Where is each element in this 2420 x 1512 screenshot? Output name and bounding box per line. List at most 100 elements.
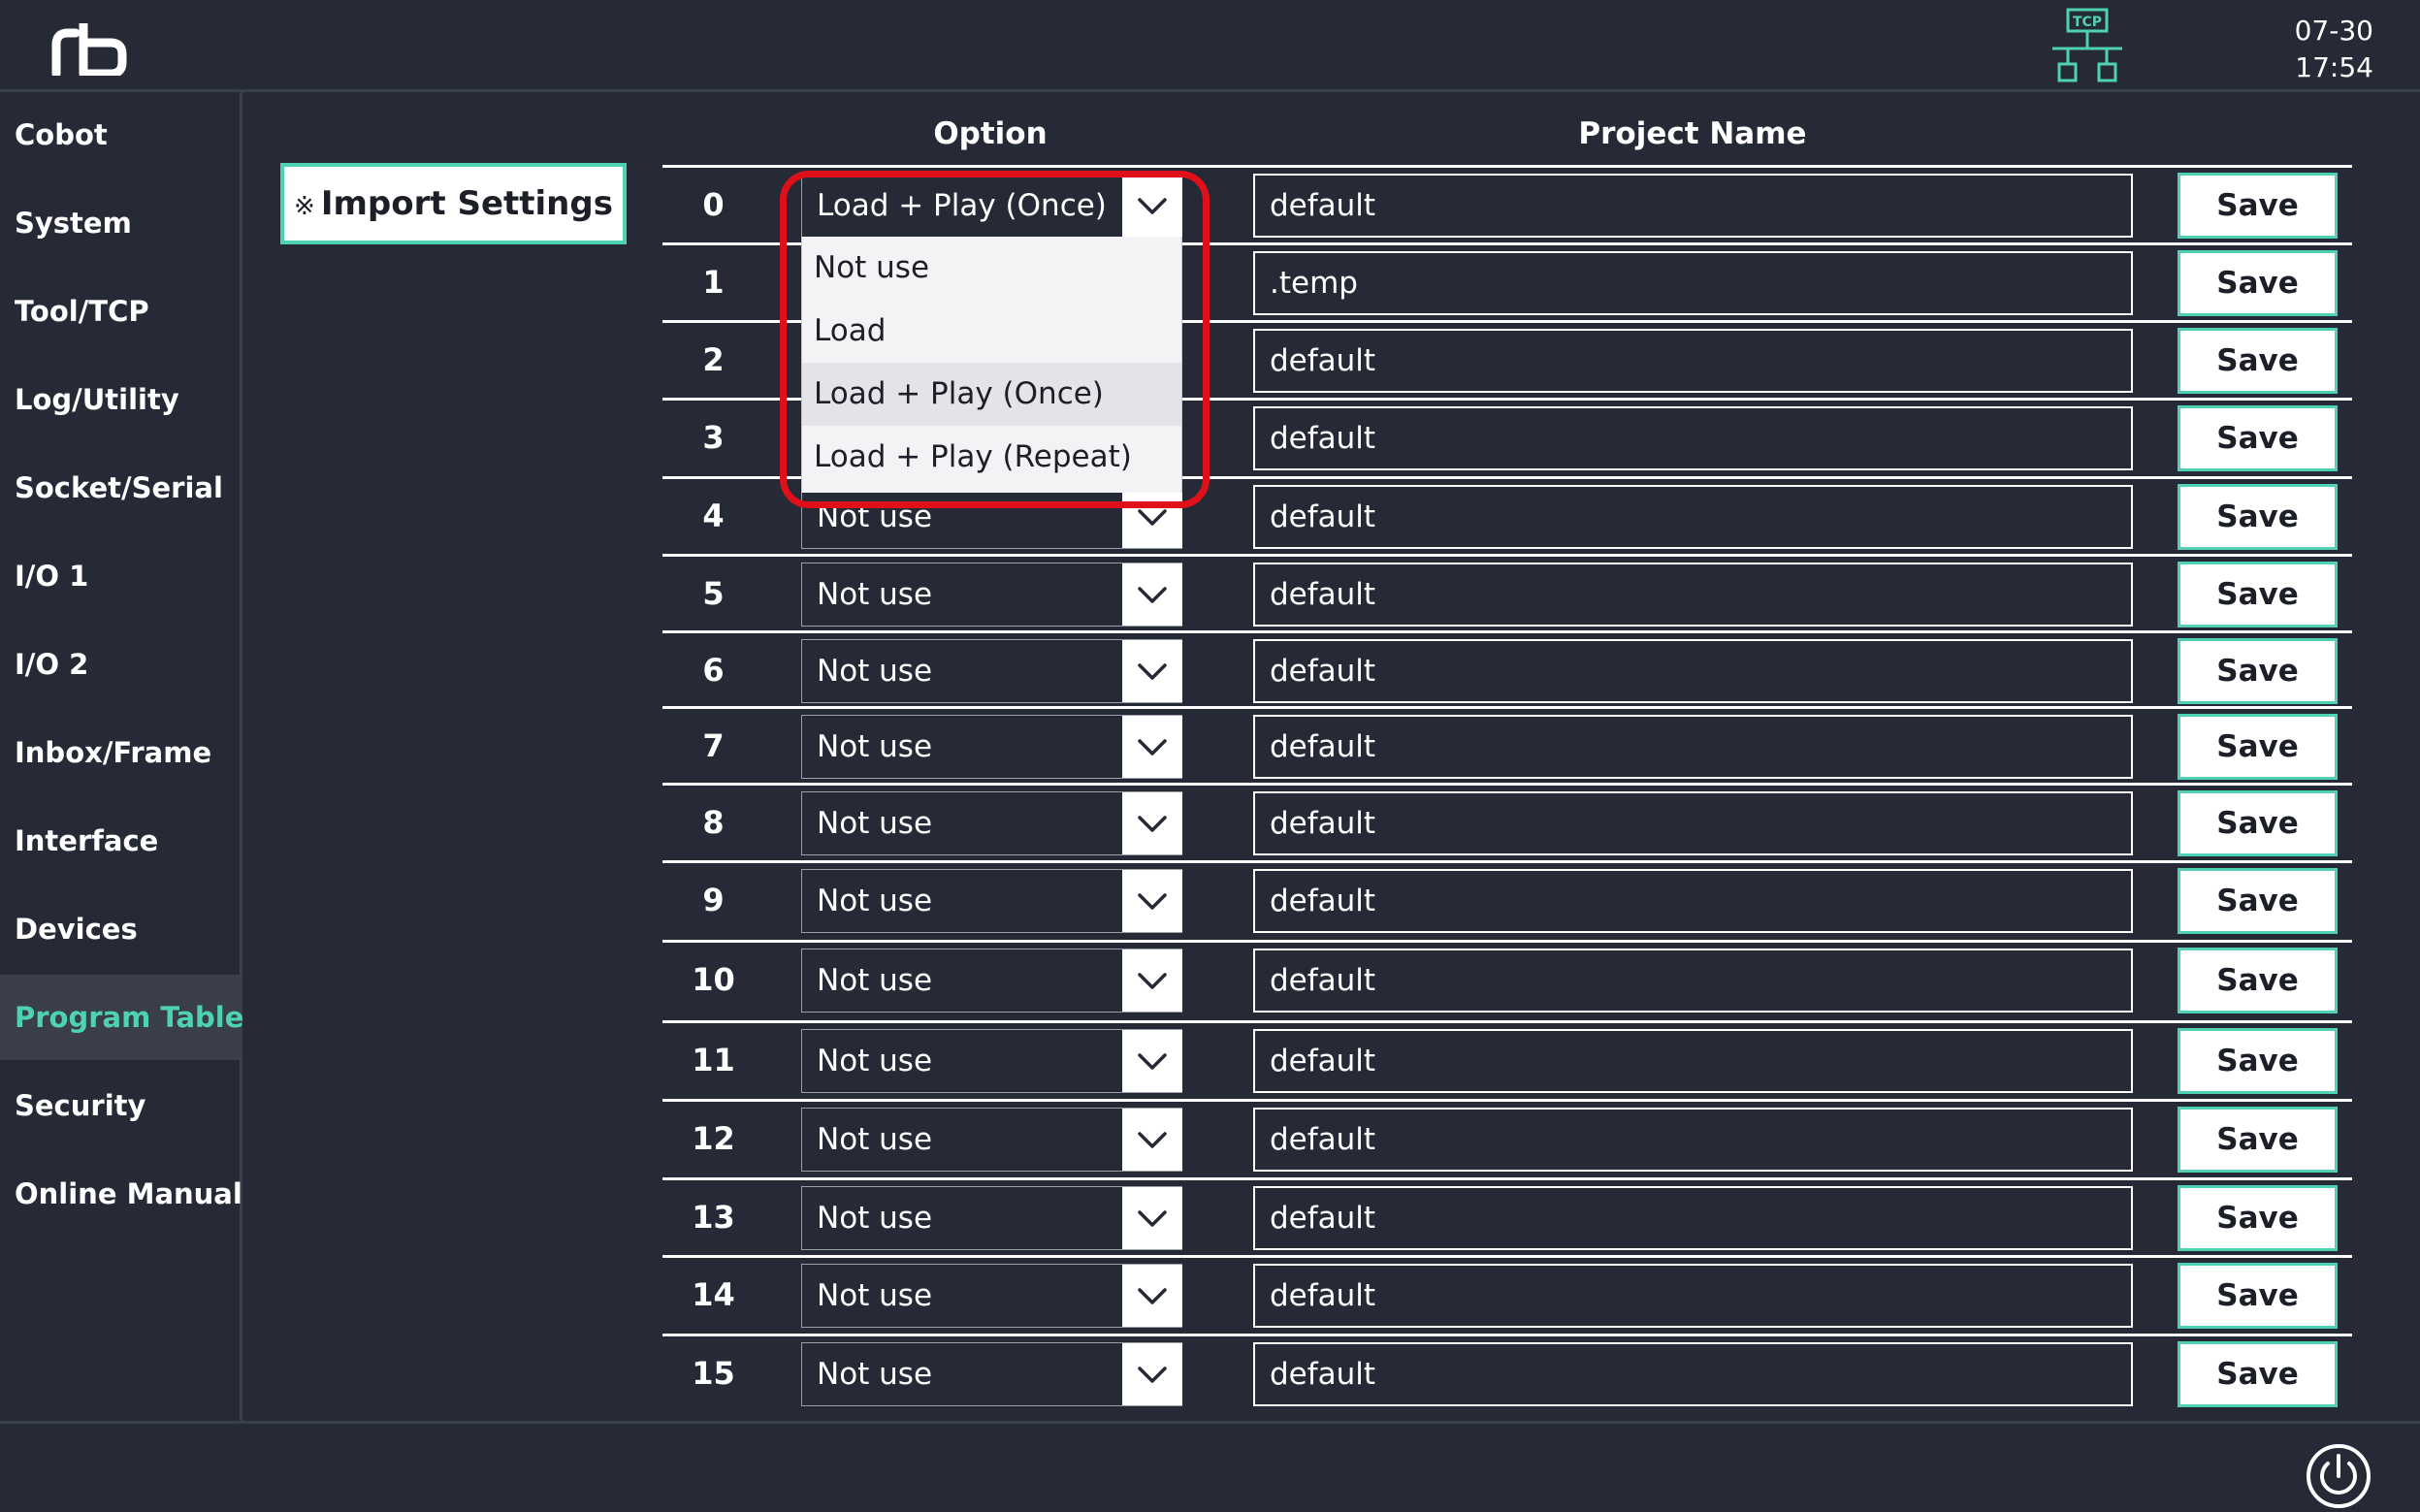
chevron-down-icon[interactable] — [1122, 1343, 1182, 1405]
option-select-value: Not use — [802, 563, 1122, 626]
sidebar-item-io2[interactable]: I/O 2 — [0, 622, 242, 707]
table-row: 11 Not use default Save — [662, 1020, 2352, 1098]
sidebar-item-log-utility[interactable]: Log/Utility — [0, 357, 242, 442]
save-button[interactable]: Save — [2178, 1263, 2338, 1329]
row-number: 2 — [702, 341, 725, 378]
row-number: 4 — [702, 498, 725, 534]
option-select[interactable]: Not use — [801, 1342, 1182, 1406]
sidebar-item-program-table[interactable]: Program Table — [0, 975, 243, 1060]
project-name-input[interactable]: default — [1253, 1264, 2133, 1328]
project-name-input[interactable]: default — [1253, 563, 2133, 627]
save-button[interactable]: Save — [2178, 250, 2338, 316]
option-select[interactable]: Not use — [801, 1264, 1182, 1328]
row-number: 1 — [702, 264, 725, 301]
project-name-input[interactable]: default — [1253, 639, 2133, 703]
project-name-input[interactable]: default — [1253, 406, 2133, 470]
option-select[interactable]: Not use — [801, 869, 1182, 933]
option-select[interactable]: Not use — [801, 715, 1182, 779]
sidebar-item-online-manual[interactable]: Online Manual — [0, 1151, 242, 1237]
chevron-down-icon[interactable] — [1122, 486, 1182, 548]
save-button[interactable]: Save — [2178, 868, 2338, 934]
chevron-down-icon[interactable] — [1122, 870, 1182, 932]
option-select[interactable]: Not use — [801, 949, 1182, 1013]
sidebar-item-security[interactable]: Security — [0, 1063, 242, 1148]
save-button[interactable]: Save — [2178, 1185, 2338, 1251]
project-name-input[interactable]: default — [1253, 174, 2133, 238]
row-number: 11 — [692, 1042, 735, 1078]
sidebar-item-devices[interactable]: Devices — [0, 886, 242, 972]
chevron-down-icon[interactable] — [1122, 1265, 1182, 1327]
table-row: 7 Not use default Save — [662, 706, 2352, 784]
dropdown-option-not-use[interactable]: Not use — [802, 237, 1181, 300]
option-select[interactable]: Not use — [801, 1186, 1182, 1250]
option-select[interactable]: Not use — [801, 1029, 1182, 1093]
sidebar-item-system[interactable]: System — [0, 180, 242, 266]
project-name-input[interactable]: default — [1253, 791, 2133, 855]
row-number: 12 — [692, 1120, 735, 1157]
project-name-input[interactable]: default — [1253, 869, 2133, 933]
sidebar-item-io1[interactable]: I/O 1 — [0, 533, 242, 619]
option-select[interactable]: Load + Play (Once) — [801, 174, 1182, 238]
sidebar: Cobot System Tool/TCP Log/Utility Socket… — [0, 92, 243, 1421]
option-select[interactable]: Not use — [801, 563, 1182, 627]
project-name-input[interactable]: default — [1253, 1342, 2133, 1406]
save-button[interactable]: Save — [2178, 714, 2338, 780]
import-settings-button[interactable]: ※ Import Settings — [280, 163, 627, 244]
chevron-down-icon[interactable] — [1122, 716, 1182, 778]
chevron-down-icon[interactable] — [1122, 175, 1182, 237]
project-name-input[interactable]: .temp — [1253, 251, 2133, 315]
chevron-down-icon[interactable] — [1122, 1109, 1182, 1171]
option-select[interactable]: Not use — [801, 639, 1182, 703]
option-select[interactable]: Not use — [801, 1108, 1182, 1172]
option-select-value: Not use — [802, 1265, 1122, 1327]
table-row: 13 Not use default Save — [662, 1177, 2352, 1255]
sidebar-item-inbox-frame[interactable]: Inbox/Frame — [0, 710, 242, 795]
chevron-down-icon[interactable] — [1122, 640, 1182, 702]
project-name-input[interactable]: default — [1253, 329, 2133, 393]
dropdown-option-load[interactable]: Load — [802, 300, 1181, 363]
save-button[interactable]: Save — [2178, 562, 2338, 627]
row-number: 9 — [702, 882, 725, 918]
dropdown-option-load-play-once[interactable]: Load + Play (Once) — [802, 363, 1181, 426]
save-button[interactable]: Save — [2178, 173, 2338, 239]
project-name-input[interactable]: default — [1253, 1108, 2133, 1172]
save-button[interactable]: Save — [2178, 638, 2338, 704]
save-button[interactable]: Save — [2178, 1028, 2338, 1094]
option-select-value: Not use — [802, 1030, 1122, 1092]
project-name-input[interactable]: default — [1253, 1186, 2133, 1250]
sidebar-item-socket-serial[interactable]: Socket/Serial — [0, 445, 242, 531]
chevron-down-icon[interactable] — [1122, 949, 1182, 1012]
save-button[interactable]: Save — [2178, 1341, 2338, 1407]
chevron-down-icon[interactable] — [1122, 1030, 1182, 1092]
chevron-down-icon[interactable] — [1122, 1187, 1182, 1249]
project-name-input[interactable]: default — [1253, 715, 2133, 779]
option-dropdown-list: Not use Load Load + Play (Once) Load + P… — [801, 237, 1182, 493]
save-button[interactable]: Save — [2178, 790, 2338, 856]
time-display: 17:54 — [2295, 51, 2373, 83]
save-button[interactable]: Save — [2178, 328, 2338, 394]
sidebar-item-tool-tcp[interactable]: Tool/TCP — [0, 269, 242, 354]
chevron-down-icon[interactable] — [1122, 563, 1182, 626]
chevron-down-icon[interactable] — [1122, 792, 1182, 854]
row-number: 7 — [702, 727, 725, 764]
power-icon[interactable] — [2305, 1442, 2372, 1510]
project-name-input[interactable]: default — [1253, 949, 2133, 1013]
save-button[interactable]: Save — [2178, 1107, 2338, 1173]
table-row: 6 Not use default Save — [662, 630, 2352, 708]
save-button[interactable]: Save — [2178, 405, 2338, 471]
save-button[interactable]: Save — [2178, 484, 2338, 550]
option-select-value: Not use — [802, 870, 1122, 932]
option-select[interactable]: Not use — [801, 485, 1182, 549]
sidebar-item-cobot[interactable]: Cobot — [0, 92, 242, 177]
save-button[interactable]: Save — [2178, 948, 2338, 1013]
table-row: 14 Not use default Save — [662, 1255, 2352, 1333]
dropdown-option-load-play-repeat[interactable]: Load + Play (Repeat) — [802, 426, 1181, 489]
table-row: 8 Not use default Save — [662, 783, 2352, 860]
table-row: 12 Not use default Save — [662, 1099, 2352, 1176]
option-column-header: Option — [933, 116, 1048, 151]
project-name-input[interactable]: default — [1253, 1029, 2133, 1093]
sidebar-item-interface[interactable]: Interface — [0, 798, 242, 884]
project-name-input[interactable]: default — [1253, 485, 2133, 549]
option-select[interactable]: Not use — [801, 791, 1182, 855]
rainbow-robotics-logo-icon — [51, 23, 127, 76]
